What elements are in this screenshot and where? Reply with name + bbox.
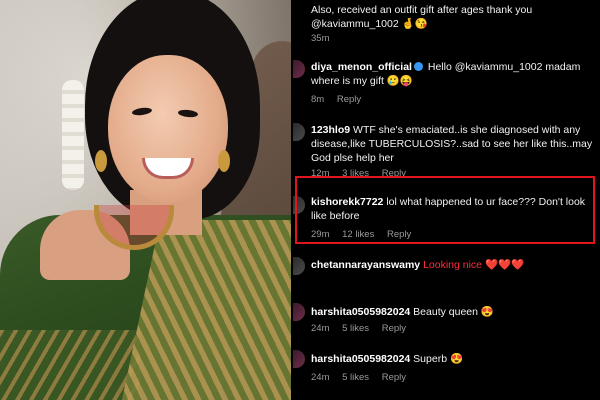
comment-time: 35m [311,33,330,44]
reply-button[interactable]: Reply [337,94,361,105]
screenshot-root: Also, received an outfit gift after ages… [0,0,600,400]
profile-photo [0,0,291,400]
comment-text: Beauty queen 😍 [413,306,494,318]
comment-time: 24m [311,323,330,334]
avatar[interactable] [293,350,305,368]
comment-body: chetannarayanswamy Looking nice ❤️❤️❤️ [311,258,596,272]
comment-username[interactable]: harshita0505982024 [311,353,410,365]
comment-username[interactable]: 123hlo9 [311,124,350,136]
photo-earring-left [95,150,107,172]
reply-button[interactable]: Reply [382,323,406,334]
photo-face [108,55,228,203]
comment-likes[interactable]: 5 likes [342,323,369,334]
reply-button[interactable]: Reply [382,372,406,383]
comment-meta: 8m Reply [311,94,371,105]
avatar[interactable] [293,60,305,78]
comment-body: diya_menon_official Hello @kaviammu_1002… [311,60,596,88]
avatar[interactable] [293,257,305,275]
comment-username[interactable]: harshita0505982024 [311,306,410,318]
comment-username[interactable]: diya_menon_official [311,61,412,73]
photo-saree-border [0,330,140,400]
avatar[interactable] [293,303,305,321]
comment-meta: 35m [311,33,339,44]
comment-text: Also, received an outfit gift after ages… [311,4,533,30]
comment-text: Looking nice ❤️❤️❤️ [423,259,525,271]
avatar[interactable] [293,123,305,141]
highlight-box [295,176,595,244]
comment-likes[interactable]: 5 likes [342,372,369,383]
comment-text: Superb 😍 [413,353,464,365]
comment-body: 123hlo9 WTF she's emaciated..is she diag… [311,123,596,165]
comment-meta: 24m 5 likes Reply [311,372,416,383]
photo-jasmine-flowers [62,80,84,190]
comment-body: harshita0505982024 Beauty queen 😍 [311,305,596,319]
comment-meta: 24m 5 likes Reply [311,323,416,334]
comment-username[interactable]: chetannarayanswamy [311,259,420,271]
comment-text: WTF she's emaciated..is she diagnosed wi… [311,124,593,164]
comment-time: 24m [311,372,330,383]
photo-earring-right [218,150,230,172]
comment-body: harshita0505982024 Superb 😍 [311,352,596,366]
verified-badge-icon [413,62,423,71]
comment-time: 8m [311,94,325,105]
